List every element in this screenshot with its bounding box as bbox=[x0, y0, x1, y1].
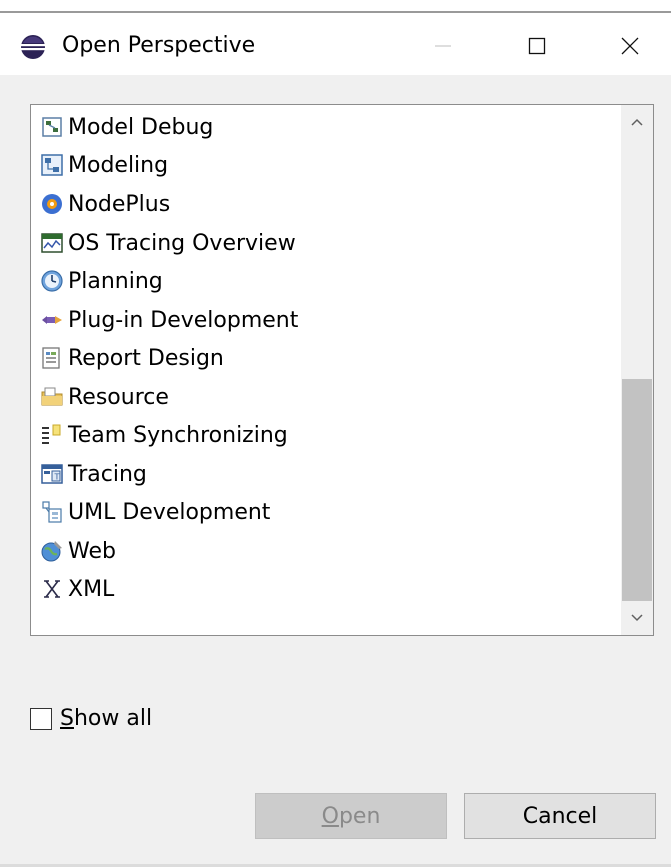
list-item[interactable]: XML bbox=[40, 571, 114, 607]
list-item[interactable]: Web bbox=[40, 533, 116, 569]
list-item-label: Modeling bbox=[68, 152, 169, 178]
list-item-label: Report Design bbox=[68, 345, 224, 371]
list-item[interactable]: Model Debug bbox=[40, 109, 213, 145]
show-all-checkbox[interactable]: Show all bbox=[30, 706, 152, 731]
os-tracing-icon bbox=[41, 233, 63, 253]
minimize-button[interactable] bbox=[420, 26, 466, 66]
list-item[interactable]: Team Synchronizing bbox=[40, 417, 288, 453]
list-item-label: NodePlus bbox=[68, 191, 171, 217]
title-bar: Open Perspective bbox=[0, 13, 671, 75]
list-item-label: Plug-in Development bbox=[68, 307, 299, 333]
team-sync-icon bbox=[42, 424, 61, 444]
list-item-label: OS Tracing Overview bbox=[68, 230, 296, 256]
list-item-label: UML Development bbox=[68, 499, 271, 525]
list-item[interactable]: NodePlus bbox=[40, 186, 170, 222]
close-icon bbox=[621, 37, 639, 55]
open-button-label: Open bbox=[321, 803, 381, 829]
report-design-icon bbox=[42, 347, 60, 369]
perspective-list[interactable]: Model Debug Modeling NodePlus OS Tracing… bbox=[30, 104, 654, 636]
maximize-button[interactable] bbox=[514, 26, 560, 66]
resource-icon bbox=[41, 387, 63, 406]
open-button[interactable]: Open bbox=[255, 793, 447, 839]
list-item-label: Web bbox=[68, 538, 116, 564]
tracing-icon: T bbox=[41, 464, 63, 484]
list-item-label: Team Synchronizing bbox=[68, 422, 288, 448]
svg-text:T: T bbox=[54, 473, 60, 482]
list-item[interactable]: Report Design bbox=[40, 340, 224, 376]
list-item-label: Resource bbox=[68, 384, 169, 410]
list-item[interactable]: Resource bbox=[40, 379, 169, 415]
list-item[interactable]: T Tracing bbox=[40, 456, 147, 492]
scroll-thumb[interactable] bbox=[622, 379, 652, 601]
close-button[interactable] bbox=[607, 26, 653, 66]
scroll-up-button[interactable] bbox=[621, 105, 653, 139]
maximize-icon bbox=[528, 37, 546, 55]
scroll-down-button[interactable] bbox=[621, 601, 653, 635]
nodeplus-icon bbox=[42, 194, 62, 214]
checkbox-box[interactable] bbox=[30, 707, 52, 730]
chevron-down-icon bbox=[631, 614, 643, 622]
minimize-icon bbox=[435, 45, 451, 47]
plugin-icon bbox=[42, 316, 62, 324]
list-item[interactable]: Planning bbox=[40, 263, 163, 299]
list-item[interactable]: Modeling bbox=[40, 147, 168, 183]
modeling-icon bbox=[41, 154, 63, 176]
window-title: Open Perspective bbox=[62, 33, 256, 58]
list-item-label: Planning bbox=[68, 268, 163, 294]
xml-icon bbox=[44, 580, 60, 598]
list-item-label: Model Debug bbox=[68, 114, 214, 140]
show-all-label: Show all bbox=[60, 706, 153, 731]
cancel-button[interactable]: Cancel bbox=[464, 793, 656, 839]
list-item-label: XML bbox=[68, 576, 115, 602]
model-debug-icon bbox=[42, 117, 62, 137]
parent-window-edge bbox=[0, 0, 671, 13]
list-item-label: Tracing bbox=[68, 461, 147, 487]
uml-icon bbox=[42, 501, 62, 523]
list-item[interactable]: OS Tracing Overview bbox=[40, 225, 296, 261]
list-item[interactable]: UML Development bbox=[40, 494, 270, 530]
list-item[interactable]: Plug-in Development bbox=[40, 302, 298, 338]
chevron-up-icon bbox=[631, 118, 643, 126]
web-icon bbox=[41, 541, 62, 562]
eclipse-icon bbox=[21, 35, 45, 59]
planning-icon bbox=[41, 270, 63, 292]
vertical-scrollbar[interactable] bbox=[621, 105, 653, 635]
